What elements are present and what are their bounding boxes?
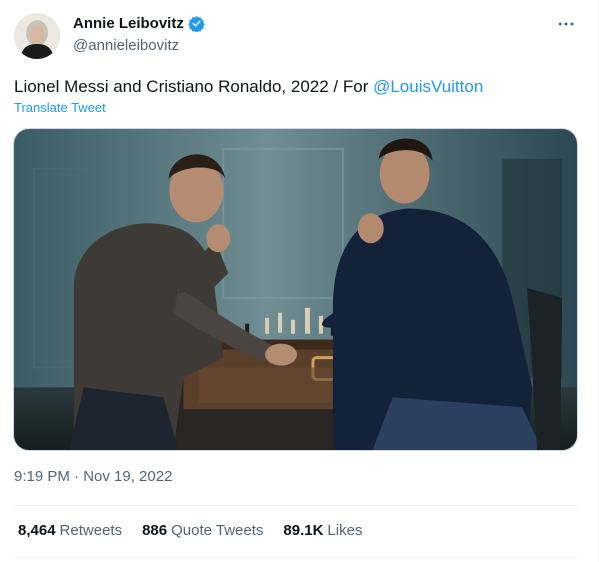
retweets-label: Retweets [59,522,123,539]
author-name[interactable]: Annie Leibovitz [73,15,205,33]
author-name-text: Annie Leibovitz [73,15,184,32]
tweet-text-body: Lionel Messi and Cristiano Ronaldo, 2022… [14,77,374,96]
retweets-stat[interactable]: 8,464 Retweets [18,522,122,539]
quote-tweets-count: 886 [142,522,168,539]
quote-tweets-stat[interactable]: 886 Quote Tweets [142,522,263,539]
tweet-card: Annie Leibovitz @annieleibovitz Lionel M… [0,0,599,562]
verified-badge-icon [188,15,205,33]
mention-link[interactable]: @LouisVuitton [373,77,483,96]
tweet-timestamp[interactable]: 9:19 PM · Nov 19, 2022 [14,468,172,485]
quote-tweets-label: Quote Tweets [171,522,264,539]
divider-bottom [14,557,578,558]
more-horizontal-icon[interactable] [554,12,578,36]
retweets-count: 8,464 [18,522,56,539]
divider [14,505,578,506]
author-handle[interactable]: @annieleibovitz [73,37,179,54]
tweet-text: Lionel Messi and Cristiano Ronaldo, 2022… [14,76,483,98]
tweet-photo[interactable] [13,128,578,451]
avatar[interactable] [14,13,60,59]
likes-label: Likes [327,522,363,539]
likes-stat[interactable]: 89.1K Likes [283,522,362,539]
engagement-stats: 8,464 Retweets 886 Quote Tweets 89.1K Li… [18,522,362,539]
translate-tweet-link[interactable]: Translate Tweet [14,100,106,115]
likes-count: 89.1K [283,522,324,539]
